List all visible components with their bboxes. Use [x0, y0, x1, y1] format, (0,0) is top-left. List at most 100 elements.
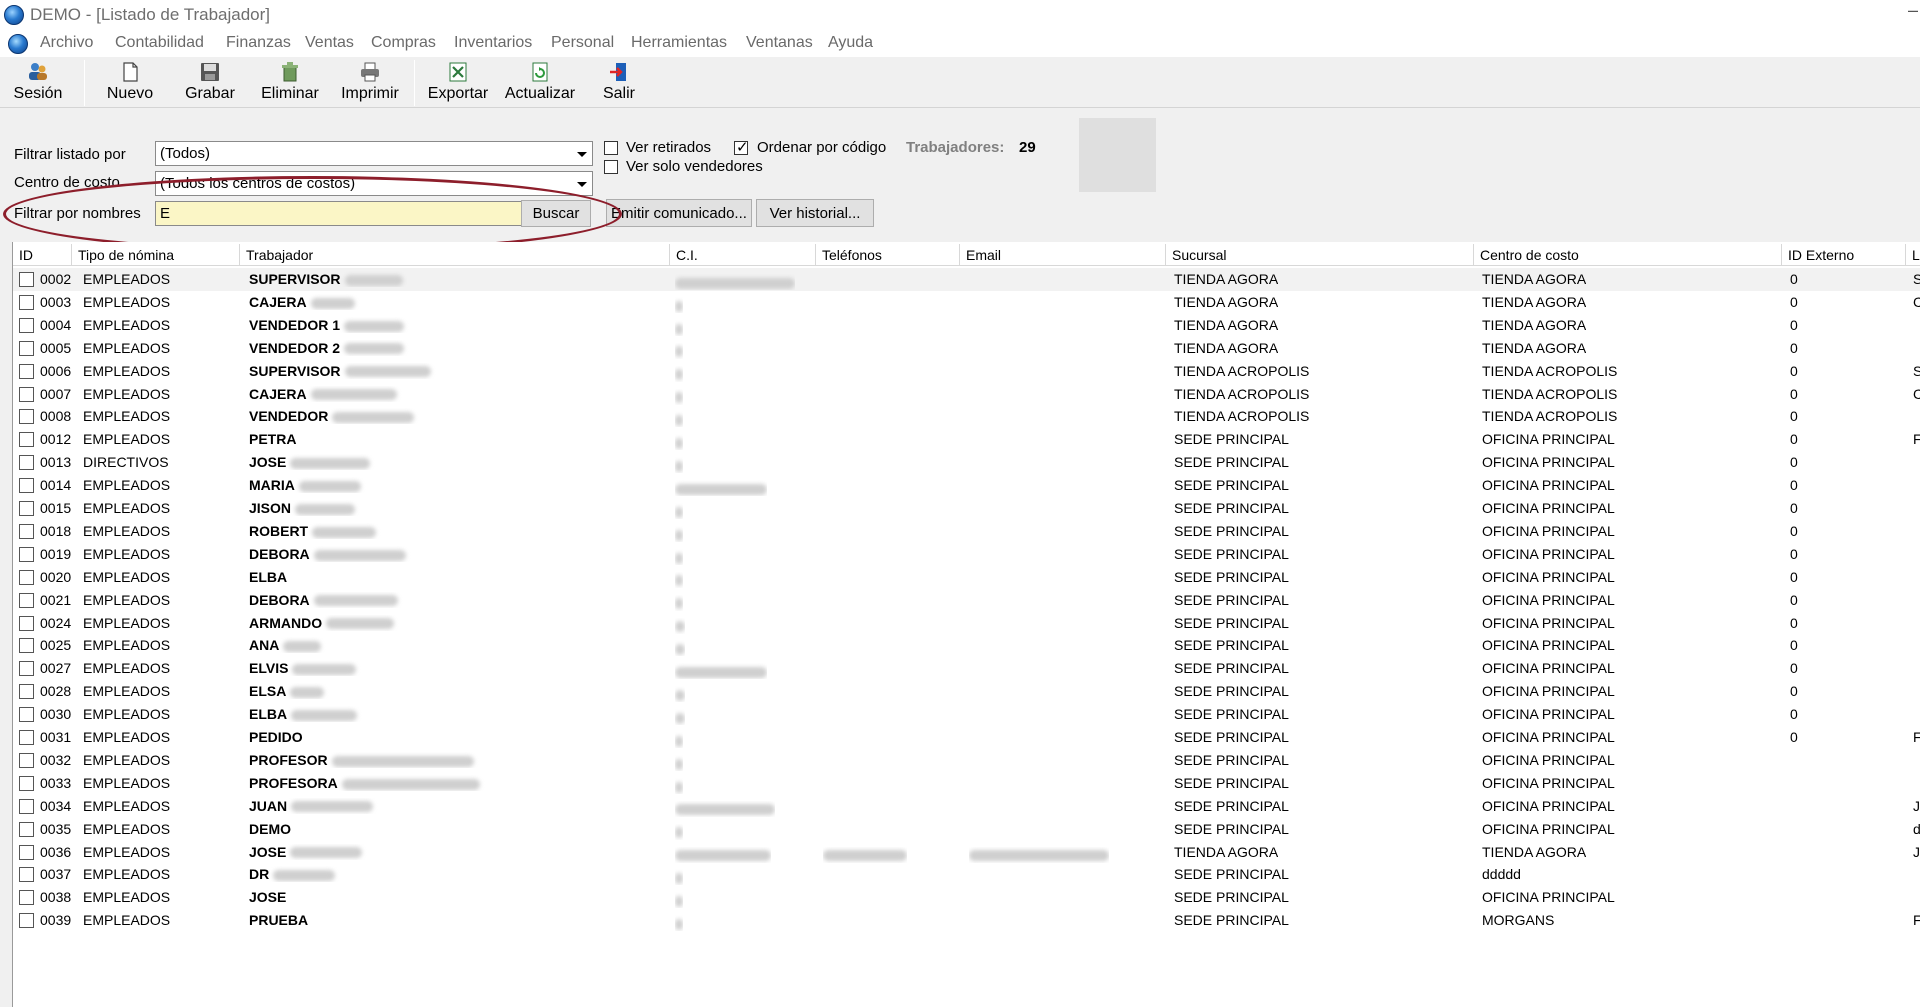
table-row[interactable]: 0034 EMPLEADOS JUAN SEDE PRINCIPAL OFICINA P…: [13, 795, 1920, 818]
row-checkbox[interactable]: [19, 478, 34, 494]
table-row[interactable]: 0030 EMPLEADOS ELBA SEDE PRINCIPAL OFICINA P…: [13, 703, 1920, 726]
table-row[interactable]: 0019 EMPLEADOS DEBORA SEDE PRINCIPAL OFICINA…: [13, 543, 1920, 566]
table-row[interactable]: 0027 EMPLEADOS ELVIS SEDE PRINCIPAL OFICINA …: [13, 657, 1920, 680]
filtrar-listado-select[interactable]: (Todos): [155, 141, 593, 166]
menu-archivo[interactable]: Archivo: [40, 34, 93, 52]
table-row[interactable]: 0013 DIRECTIVOS JOSE SEDE PRINCIPAL OFICINA …: [13, 451, 1920, 474]
row-checkbox[interactable]: [19, 890, 34, 906]
buscar-button[interactable]: Buscar: [521, 200, 591, 227]
table-row[interactable]: 0014 EMPLEADOS MARIA SEDE PRINCIPAL OFICINA …: [13, 474, 1920, 497]
row-checkbox[interactable]: [19, 523, 34, 539]
row-checkbox[interactable]: [19, 867, 34, 883]
row-checkbox[interactable]: [19, 638, 34, 654]
row-checkbox[interactable]: [19, 455, 34, 471]
ver-retirados-checkbox[interactable]: [604, 141, 618, 155]
table-row[interactable]: 0031 EMPLEADOS PEDIDO SEDE PRINCIPAL OFICINA…: [13, 726, 1920, 749]
row-checkbox[interactable]: [19, 821, 34, 837]
exportar-button[interactable]: Exportar: [424, 60, 492, 106]
menu-finanzas[interactable]: Finanzas: [226, 34, 291, 52]
row-checkbox[interactable]: [19, 432, 34, 448]
row-checkbox[interactable]: [19, 501, 34, 516]
row-checkbox[interactable]: [19, 294, 34, 310]
menu-herramientas[interactable]: Herramientas: [631, 34, 727, 52]
filtrar-nombres-input[interactable]: E: [155, 201, 522, 226]
row-checkbox[interactable]: [19, 730, 34, 745]
table-row[interactable]: 0015 EMPLEADOS JISON SEDE PRINCIPAL OFICINA …: [13, 497, 1920, 520]
sesion-button[interactable]: Sesión: [12, 60, 64, 106]
emitir-comunicado-button[interactable]: Emitir comunicado...: [606, 199, 752, 227]
ver-retirados-label[interactable]: Ver retirados: [626, 139, 711, 156]
row-checkbox[interactable]: [19, 798, 34, 814]
ordenar-por-codigo-checkbox[interactable]: [734, 138, 749, 156]
row-checkbox[interactable]: [19, 661, 34, 677]
row-checkbox[interactable]: [19, 317, 34, 333]
row-checkbox[interactable]: [19, 546, 34, 562]
row-checkbox[interactable]: [19, 615, 34, 631]
table-row[interactable]: 0007 EMPLEADOS CAJERA TIENDA ACROPOLIS TIEND…: [13, 383, 1920, 406]
menu-compras[interactable]: Compras: [371, 34, 436, 52]
header-tipo-nomina[interactable]: Tipo de nómina: [72, 244, 240, 266]
row-checkbox[interactable]: [19, 752, 34, 768]
nuevo-button[interactable]: Nuevo: [102, 60, 158, 106]
menu-contabilidad[interactable]: Contabilidad: [115, 34, 204, 52]
header-id[interactable]: ID: [13, 244, 72, 266]
table-row[interactable]: 0008 EMPLEADOS VENDEDOR TIENDA ACROPOLIS TIE…: [13, 405, 1920, 428]
menu-ventas[interactable]: Ventas: [305, 34, 354, 52]
row-checkbox[interactable]: [19, 386, 34, 402]
table-row[interactable]: 0002 EMPLEADOS SUPERVISOR TIENDA AGORA TIEND…: [13, 268, 1920, 291]
window-control-icon[interactable]: –: [1908, 0, 1918, 21]
header-l[interactable]: L: [1906, 244, 1920, 266]
header-id-externo[interactable]: ID Externo: [1782, 244, 1906, 266]
chevron-down-icon[interactable]: [571, 142, 592, 165]
row-checkbox[interactable]: [19, 707, 34, 723]
row-checkbox[interactable]: [19, 409, 34, 425]
chevron-down-icon[interactable]: [571, 172, 592, 195]
table-row[interactable]: 0039 EMPLEADOS PRUEBA SEDE PRINCIPAL MORGANS…: [13, 909, 1920, 932]
header-ci[interactable]: C.I.: [670, 244, 816, 266]
row-checkbox[interactable]: [19, 775, 34, 791]
table-row[interactable]: 0003 EMPLEADOS CAJERA TIENDA AGORA TIENDA AG…: [13, 291, 1920, 314]
header-centro-costo[interactable]: Centro de costo: [1474, 244, 1782, 266]
menu-ayuda[interactable]: Ayuda: [828, 34, 873, 52]
menu-inventarios[interactable]: Inventarios: [454, 34, 532, 52]
menu-personal[interactable]: Personal: [551, 34, 614, 52]
row-checkbox[interactable]: [19, 272, 34, 287]
table-row[interactable]: 0024 EMPLEADOS ARMANDO SEDE PRINCIPAL OFICIN…: [13, 612, 1920, 635]
header-email[interactable]: Email: [960, 244, 1166, 266]
row-checkbox[interactable]: [19, 684, 34, 700]
table-row[interactable]: 0006 EMPLEADOS SUPERVISOR TIENDA ACROPOLIS T…: [13, 360, 1920, 383]
table-row[interactable]: 0028 EMPLEADOS ELSA SEDE PRINCIPAL OFICINA P…: [13, 680, 1920, 703]
salir-button[interactable]: Salir: [596, 60, 642, 106]
row-checkbox[interactable]: [19, 569, 34, 585]
table-row[interactable]: 0032 EMPLEADOS PROFESOR SEDE PRINCIPAL OFICI…: [13, 749, 1920, 772]
grabar-button[interactable]: Grabar: [182, 60, 238, 106]
table-row[interactable]: 0005 EMPLEADOS VENDEDOR 2 TIENDA AGORA TIEND…: [13, 337, 1920, 360]
table-row[interactable]: 0036 EMPLEADOS JOSE TIENDA AGORA TIENDA AGOR…: [13, 841, 1920, 864]
table-row[interactable]: 0012 EMPLEADOS PETRA SEDE PRINCIPAL OFICINA …: [13, 428, 1920, 451]
table-row[interactable]: 0004 EMPLEADOS VENDEDOR 1 TIENDA AGORA TIEND…: [13, 314, 1920, 337]
system-menu-globe-icon[interactable]: [8, 34, 28, 54]
eliminar-button[interactable]: Eliminar: [256, 60, 324, 106]
row-checkbox[interactable]: [19, 363, 34, 379]
table-row[interactable]: 0018 EMPLEADOS ROBERT SEDE PRINCIPAL OFICINA…: [13, 520, 1920, 543]
row-checkbox[interactable]: [19, 592, 34, 608]
imprimir-button[interactable]: Imprimir: [336, 60, 404, 106]
actualizar-button[interactable]: Actualizar: [502, 60, 578, 106]
table-row[interactable]: 0038 EMPLEADOS JOSE SEDE PRINCIPAL OFICINA P…: [13, 886, 1920, 909]
app-globe-icon[interactable]: [4, 5, 24, 25]
ver-solo-vendedores-checkbox[interactable]: [604, 160, 618, 174]
table-row[interactable]: 0037 EMPLEADOS DR SEDE PRINCIPAL ddddd: [13, 863, 1920, 886]
table-row[interactable]: 0033 EMPLEADOS PROFESORA SEDE PRINCIPAL OFIC…: [13, 772, 1920, 795]
ver-solo-vendedores-label[interactable]: Ver solo vendedores: [626, 158, 763, 175]
table-row[interactable]: 0021 EMPLEADOS DEBORA SEDE PRINCIPAL OFICINA…: [13, 589, 1920, 612]
row-checkbox[interactable]: [19, 913, 34, 929]
ver-historial-button[interactable]: Ver historial...: [756, 199, 874, 227]
table-row[interactable]: 0035 EMPLEADOS DEMO SEDE PRINCIPAL OFICINA P…: [13, 818, 1920, 841]
header-telefonos[interactable]: Teléfonos: [816, 244, 960, 266]
header-sucursal[interactable]: Sucursal: [1166, 244, 1474, 266]
row-checkbox[interactable]: [19, 844, 34, 860]
ordenar-por-codigo-label[interactable]: Ordenar por código: [757, 139, 886, 156]
menu-ventanas[interactable]: Ventanas: [746, 34, 813, 52]
table-row[interactable]: 0025 EMPLEADOS ANA SEDE PRINCIPAL OFICINA PR…: [13, 634, 1920, 657]
header-trabajador[interactable]: Trabajador: [240, 244, 670, 266]
